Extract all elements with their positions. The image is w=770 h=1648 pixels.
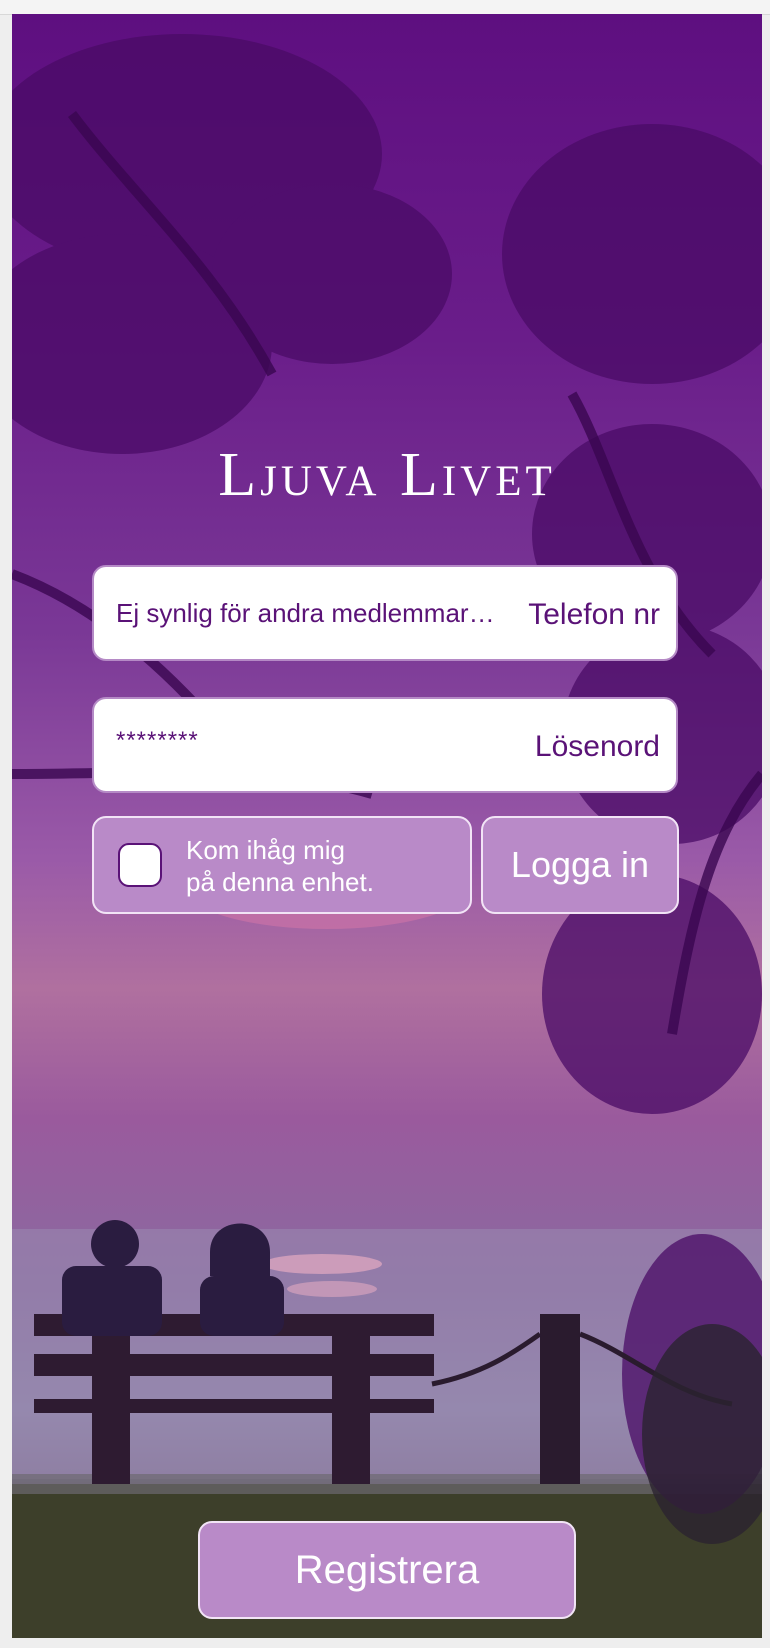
phone-label: Telefon nr bbox=[528, 598, 660, 631]
phone-value[interactable]: Ej synlig för andra medlemmar… bbox=[116, 567, 516, 659]
browser-top-bar bbox=[0, 0, 770, 15]
phone-field[interactable]: Ej synlig för andra medlemmar… Telefon n… bbox=[92, 565, 678, 661]
password-value[interactable]: ******** bbox=[116, 695, 199, 787]
remember-me-line-2: på denna enhet. bbox=[186, 867, 374, 897]
remember-me-line-1: Kom ihåg mig bbox=[186, 835, 345, 865]
password-label: Lösenord bbox=[534, 730, 660, 763]
remember-me-label: Kom ihåg mig på denna enhet. bbox=[186, 834, 374, 898]
app-title: Ljuva Livet bbox=[218, 441, 556, 509]
login-button[interactable]: Logga in bbox=[481, 816, 679, 914]
register-button[interactable]: Registrera bbox=[198, 1521, 576, 1619]
sun-reflection bbox=[262, 1254, 382, 1274]
remember-me-option[interactable]: Kom ihåg mig på denna enhet. bbox=[92, 816, 472, 914]
password-field[interactable]: ******** Lösenord bbox=[92, 697, 678, 793]
remember-me-checkbox[interactable] bbox=[118, 843, 162, 887]
fence-post bbox=[540, 1314, 580, 1484]
app-screen: Ljuva Livet Ej synlig för andra medlemma… bbox=[12, 14, 762, 1638]
sun-reflection-2 bbox=[287, 1281, 377, 1297]
